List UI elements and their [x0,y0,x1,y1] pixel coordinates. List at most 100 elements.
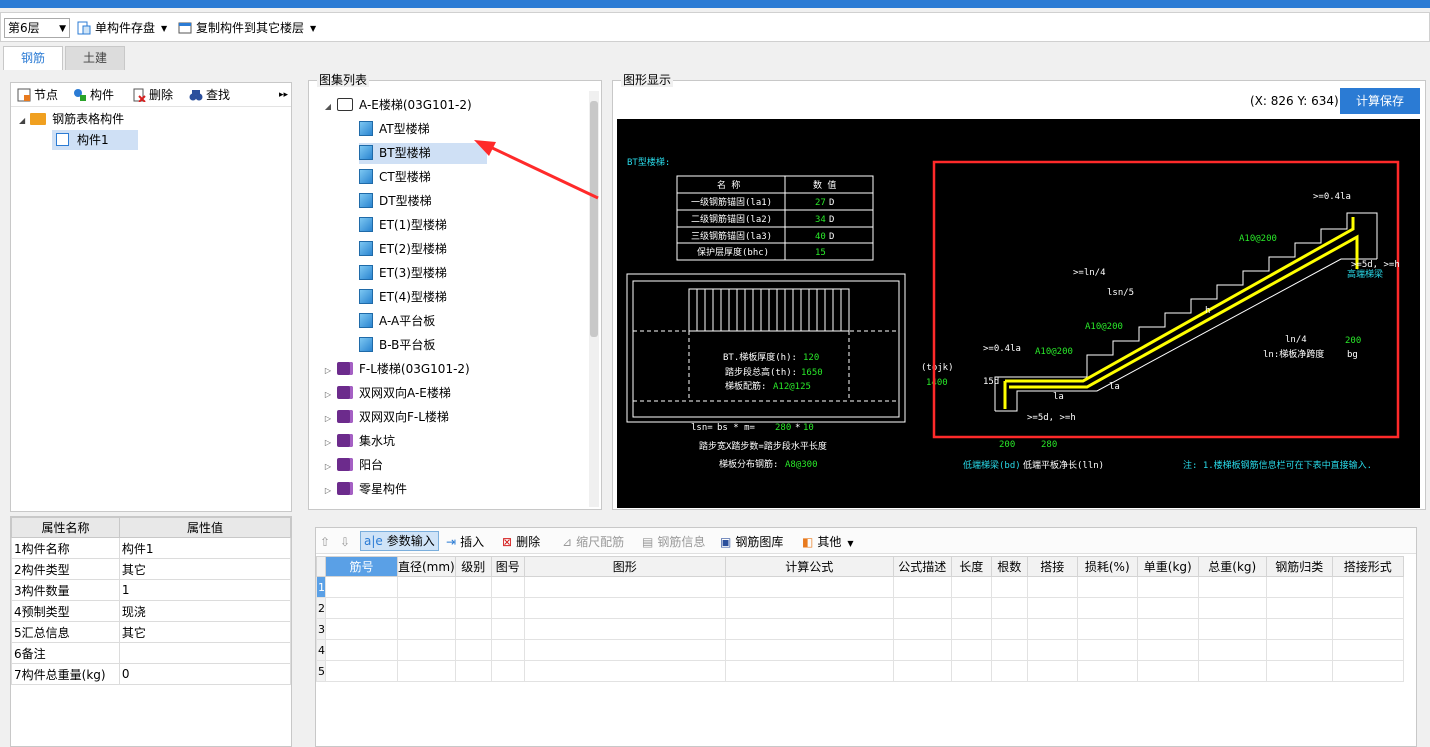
grid-cell[interactable] [490,618,525,640]
grid-header-cell[interactable]: 单重(kg) [1136,556,1199,577]
grid-header-cell[interactable]: 损耗(%) [1076,556,1138,577]
grid-cell[interactable] [1026,639,1078,661]
table-row[interactable]: 2 [316,597,1404,619]
cad-drawing-canvas[interactable]: BT型楼梯: 名 称 数 值 一级钢筋锚固(la1) 27 D 二级钢筋锚固(l… [617,119,1420,508]
atlas-item-bb[interactable]: B-B平台板 [323,333,589,357]
table-row[interactable]: 3 [316,618,1404,640]
grid-cell[interactable] [1331,660,1404,682]
grid-cell[interactable] [1136,660,1199,682]
grid-cell[interactable] [1265,618,1333,640]
atlas-group-balcony[interactable]: ▷ 阳台 [323,453,589,477]
prop-value[interactable]: 0 [118,663,292,685]
grid-cell[interactable] [454,597,492,619]
prop-value[interactable]: 1 [118,579,292,601]
grid-header-cell[interactable]: 总重(kg) [1197,556,1267,577]
move-down-icon[interactable]: ⇩ [340,533,350,551]
atlas-group-dual-fl[interactable]: ▷ 双网双向F-L楼梯 [323,405,589,429]
grid-cell[interactable] [724,660,894,682]
grid-cell[interactable] [454,660,492,682]
tab-rebar[interactable]: 钢筋 [3,46,63,70]
grid-cell[interactable] [892,597,952,619]
grid-cell[interactable] [724,618,894,640]
grid-cell[interactable] [1265,660,1333,682]
atlas-item-aa[interactable]: A-A平台板 [323,309,589,333]
grid-header-cell[interactable]: 公式描述 [892,556,952,577]
grid-cell[interactable] [950,618,992,640]
grid-cell[interactable] [1076,660,1138,682]
prop-value[interactable]: 现浇 [118,600,292,622]
grid-cell[interactable] [397,660,456,682]
grid-header-cell[interactable]: 图形 [523,556,726,577]
table-row[interactable]: 4 [316,639,1404,661]
grid-cell[interactable] [1026,597,1078,619]
grid-cell[interactable] [950,660,992,682]
grid-cell[interactable] [1197,639,1267,661]
save-single-button[interactable]: 单构件存盘 ▼ [77,17,167,39]
prop-value[interactable]: 其它 [118,621,292,643]
grid-cell[interactable] [454,576,492,598]
grid-cell[interactable] [990,576,1028,598]
atlas-group-dual-ae[interactable]: ▷ 双网双向A-E楼梯 [323,381,589,405]
grid-cell[interactable] [523,639,726,661]
component-button[interactable]: 构件 [73,87,114,103]
atlas-item-et1[interactable]: ET(1)型楼梯 [323,213,589,237]
grid-cell[interactable] [325,639,398,661]
grid-cell[interactable] [523,597,726,619]
grid-header-cell[interactable]: 级别 [454,556,492,577]
grid-cell[interactable] [1026,660,1078,682]
table-row[interactable]: 5汇总信息 其它 [11,621,292,643]
table-row[interactable]: 6备注 [11,642,292,664]
atlas-group-fl[interactable]: ▷ F-L楼梯(03G101-2) [323,357,589,381]
calc-save-button[interactable]: 计算保存 [1340,88,1420,114]
grid-cell[interactable] [1136,618,1199,640]
grid-cell[interactable] [325,597,398,619]
atlas-root-item[interactable]: ◢ A-E楼梯(03G101-2) [323,93,589,117]
grid-cell[interactable] [1197,597,1267,619]
scale-rebar-button[interactable]: ⊿ 缩尺配筋 [562,533,624,551]
grid-cell[interactable] [990,597,1028,619]
atlas-item-et3[interactable]: ET(3)型楼梯 [323,261,589,285]
grid-header-cell[interactable]: 筋号 [325,556,398,577]
insert-button[interactable]: ⇥ 插入 [446,533,484,551]
grid-header-cell[interactable]: 图号 [490,556,525,577]
grid-cell[interactable] [892,576,952,598]
tree-child-node[interactable]: 构件1 [52,130,138,150]
node-button[interactable]: 节点 [17,87,58,103]
tree-root-node[interactable]: ◢ 钢筋表格构件 [19,109,124,129]
grid-cell[interactable] [397,576,456,598]
grid-cell[interactable] [1076,639,1138,661]
grid-header-cell[interactable]: 计算公式 [724,556,894,577]
grid-cell[interactable] [1136,576,1199,598]
grid-cell[interactable] [523,576,726,598]
grid-cell[interactable] [990,660,1028,682]
grid-cell[interactable] [1197,618,1267,640]
grid-cell[interactable] [523,660,726,682]
grid-header-cell[interactable]: 搭接 [1026,556,1078,577]
grid-cell[interactable] [950,639,992,661]
prop-value[interactable] [118,642,292,664]
table-row[interactable]: 2构件类型 其它 [11,558,292,580]
grid-delete-button[interactable]: ⊠ 删除 [502,533,540,551]
grid-cell[interactable] [454,639,492,661]
grid-header-cell[interactable]: 根数 [990,556,1028,577]
grid-header-cell[interactable]: 长度 [950,556,992,577]
grid-header-cell[interactable]: 钢筋归类 [1265,556,1333,577]
copy-to-floor-button[interactable]: 复制构件到其它楼层 ▼ [178,17,316,39]
table-row[interactable]: 5 [316,660,1404,682]
grid-cell[interactable] [1265,597,1333,619]
grid-cell[interactable] [724,639,894,661]
grid-cell[interactable] [724,597,894,619]
grid-cell[interactable] [1197,660,1267,682]
grid-cell[interactable] [1026,618,1078,640]
grid-cell[interactable] [1136,597,1199,619]
grid-cell[interactable] [1265,576,1333,598]
tab-civil[interactable]: 土建 [65,46,125,70]
grid-cell[interactable] [892,660,952,682]
move-up-icon[interactable]: ⇧ [320,533,330,551]
grid-cell[interactable] [523,618,726,640]
grid-cell[interactable] [397,639,456,661]
grid-cell[interactable] [454,618,492,640]
grid-cell[interactable] [950,576,992,598]
table-row[interactable]: 1构件名称 构件1 [11,537,292,559]
grid-cell[interactable] [1265,639,1333,661]
